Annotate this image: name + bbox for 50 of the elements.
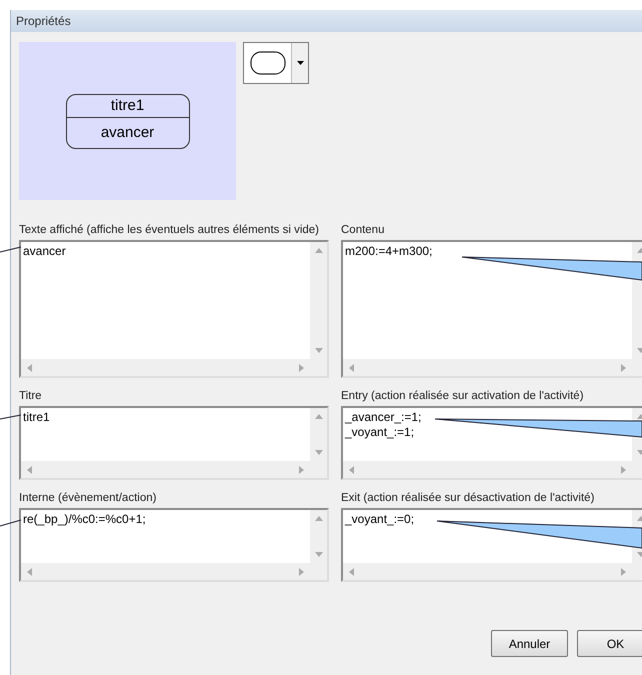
leader-line <box>0 520 22 526</box>
left-arrow-icon[interactable] <box>27 364 32 372</box>
state-title: titre1 <box>66 94 188 118</box>
down-arrow-icon[interactable] <box>314 450 322 455</box>
up-arrow-icon[interactable] <box>314 516 322 521</box>
vertical-scrollbar[interactable] <box>310 510 327 563</box>
right-arrow-icon[interactable] <box>621 364 626 372</box>
right-arrow-icon[interactable] <box>621 466 626 474</box>
right-arrow-icon[interactable] <box>621 568 626 576</box>
up-arrow-icon[interactable] <box>314 414 322 419</box>
vertical-scrollbar[interactable] <box>310 408 327 461</box>
down-arrow-icon[interactable] <box>314 348 322 353</box>
dropdown-arrow-icon <box>296 61 304 65</box>
left-arrow-icon[interactable] <box>349 364 354 372</box>
dialog-button[interactable]: OK <box>577 630 642 657</box>
shape-dropdown[interactable] <box>243 42 309 84</box>
field-label: Interne (évènement/action) <box>19 491 158 506</box>
text-area[interactable]: _voyant_:=0; <box>341 508 642 582</box>
horizontal-scrollbar[interactable] <box>343 461 632 478</box>
horizontal-scrollbar[interactable] <box>343 359 632 376</box>
horizontal-scrollbar[interactable] <box>21 563 310 580</box>
horizontal-scrollbar[interactable] <box>343 563 632 580</box>
leader-line <box>0 246 22 252</box>
right-arrow-icon[interactable] <box>299 466 304 474</box>
right-arrow-icon[interactable] <box>299 568 304 576</box>
window-title: Propriétés <box>16 14 71 28</box>
text-area[interactable]: avancer <box>19 240 329 378</box>
leader-line <box>0 414 22 420</box>
text-area[interactable]: _avancer_:=1; _voyant_:=1; <box>341 406 642 480</box>
field-label: Entry (action réalisée sur activation de l'activité) <box>341 389 585 404</box>
text-area[interactable]: m200:=4+m300; <box>341 240 642 378</box>
right-arrow-icon[interactable] <box>299 364 304 372</box>
rounded-rectangle-icon <box>250 51 286 75</box>
field-label: Titre <box>19 389 43 404</box>
up-arrow-icon[interactable] <box>314 248 322 253</box>
left-arrow-icon[interactable] <box>27 466 32 474</box>
dialog-button[interactable]: Annuler <box>491 630 568 657</box>
left-arrow-icon[interactable] <box>349 568 354 576</box>
field-label: Exit (action réalisée sur désactivation de l'activité) <box>341 491 596 506</box>
horizontal-scrollbar[interactable] <box>21 461 310 478</box>
text-area[interactable]: titre1 <box>19 406 329 480</box>
left-arrow-icon[interactable] <box>27 568 32 576</box>
field-label: Texte affiché (affiche les éventuels autres éléments si vide) <box>19 223 320 238</box>
field-label: Contenu <box>341 223 386 238</box>
down-arrow-icon[interactable] <box>314 552 322 557</box>
left-arrow-icon[interactable] <box>349 466 354 474</box>
vertical-scrollbar[interactable] <box>310 242 327 359</box>
text-area[interactable]: re(_bp_)/%c0:=%c0+1; <box>19 508 329 582</box>
state-text: avancer <box>100 122 156 142</box>
horizontal-scrollbar[interactable] <box>21 359 310 376</box>
